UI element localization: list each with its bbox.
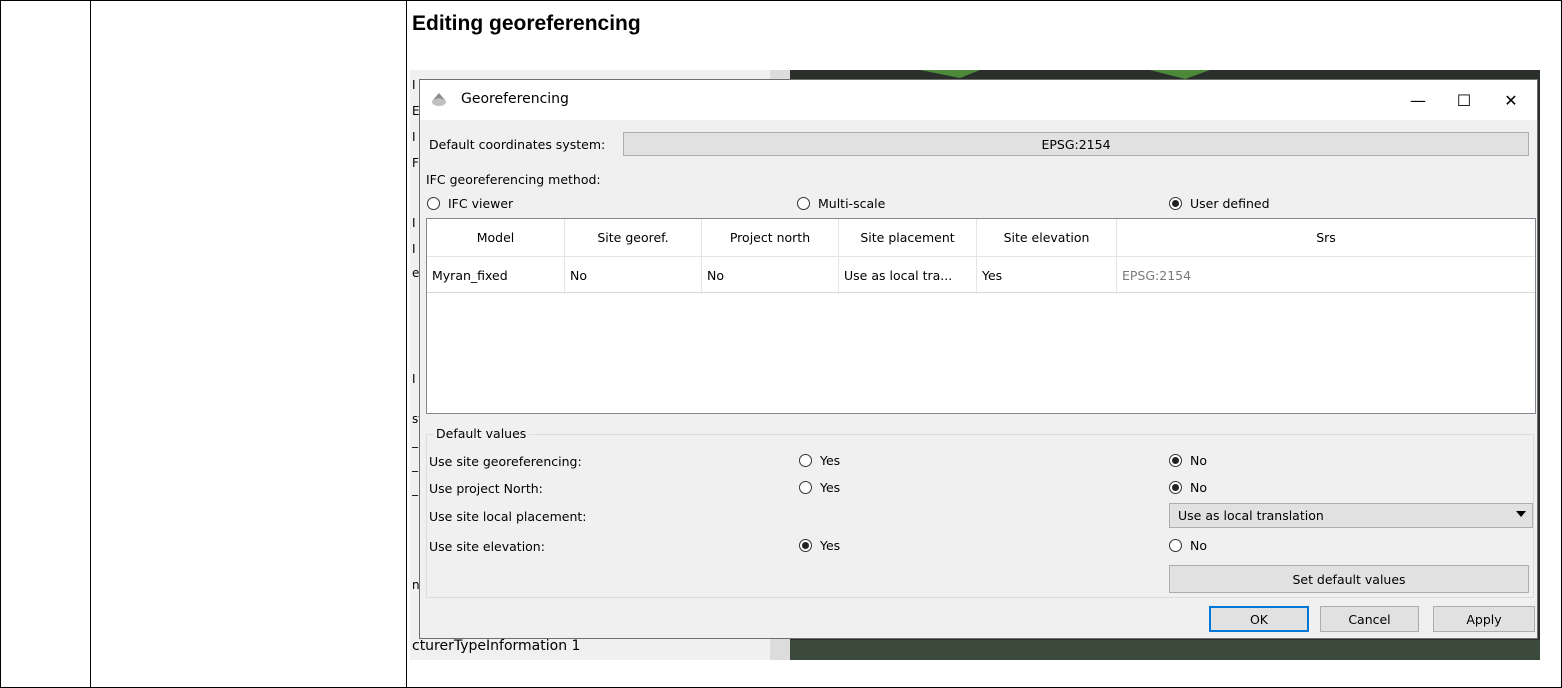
background-text-fragment: I [412,372,416,386]
radio-dot [1172,484,1179,491]
default-crs-button[interactable]: EPSG:2154 [623,132,1529,156]
radio-label: No [1190,480,1207,495]
table-cell-model[interactable]: Myran_fixed [427,257,565,294]
method-label: IFC georeferencing method: [426,172,601,187]
radio-label: Multi-scale [818,196,886,211]
radio-label: Yes [820,538,841,553]
radio-project-north-no[interactable]: No [1169,480,1207,495]
radio-circle [427,197,440,210]
apply-button[interactable]: Apply [1433,606,1535,632]
background-tree-item: cturerTypeInformation 1 [412,638,581,654]
radio-project-north-yes[interactable]: Yes [799,480,840,495]
radio-label: Yes [820,453,841,468]
table-row[interactable]: Myran_fixed No No Use as local tra... Ye… [427,256,1535,294]
table-cell-site-placement[interactable]: Use as local tra... [839,257,977,294]
table-cell-srs[interactable]: EPSG:2154 [1117,257,1535,294]
radio-circle-selected [1169,197,1182,210]
column-header-project-north[interactable]: Project north [702,219,839,256]
project-north-label: Use project North: [429,481,543,496]
cancel-button[interactable]: Cancel [1320,606,1419,632]
dialog-titlebar[interactable]: Georeferencing — ☐ ✕ [420,80,1537,120]
radio-site-georef-yes[interactable]: Yes [799,453,840,468]
background-text-fragment: _ [412,458,418,472]
georeferencing-dialog: Georeferencing — ☐ ✕ Default coordinates… [419,79,1538,639]
radio-circle-selected [1169,481,1182,494]
radio-label: IFC viewer [448,196,514,211]
column-header-site-georef[interactable]: Site georef. [565,219,702,256]
chevron-down-icon [1516,511,1526,517]
radio-dot [1172,457,1179,464]
local-placement-label: Use site local placement: [429,509,587,524]
background-text-fragment: _ [412,482,418,496]
table-cell-site-elevation[interactable]: Yes [977,257,1117,294]
radio-dot [802,542,809,549]
minimize-icon: — [1410,90,1426,110]
radio-circle [799,481,812,494]
radio-site-elevation-no[interactable]: No [1169,538,1207,553]
table-cell-1 [0,0,91,688]
local-placement-select[interactable]: Use as local translation [1169,503,1533,528]
close-icon: ✕ [1504,90,1518,110]
local-placement-value: Use as local translation [1178,508,1324,523]
background-text-fragment: I [412,242,416,256]
default-crs-value: EPSG:2154 [1041,136,1111,152]
radio-site-elevation-yes[interactable]: Yes [799,538,840,553]
radio-label: No [1190,538,1207,553]
maximize-icon: ☐ [1456,90,1472,110]
radio-multi-scale[interactable]: Multi-scale [797,196,885,211]
radio-circle [1169,539,1182,552]
radio-circle [797,197,810,210]
dialog-title: Georeferencing [461,91,569,107]
background-text-fragment: F [412,156,419,170]
page-heading: Editing georeferencing [412,12,641,35]
default-values-title: Default values [433,426,530,441]
radio-ifc-viewer[interactable]: IFC viewer [427,196,513,211]
radio-site-georef-no[interactable]: No [1169,453,1207,468]
globe-icon [432,93,446,106]
background-text-fragment: I [412,78,416,92]
table-cell-site-georef[interactable]: No [565,257,702,294]
default-crs-label: Default coordinates system: [429,137,606,152]
minimize-button[interactable]: — [1395,80,1441,120]
column-header-model[interactable]: Model [427,219,565,256]
table-cell-project-north[interactable]: No [702,257,839,294]
background-text-fragment: _ [412,434,418,448]
column-header-site-elevation[interactable]: Site elevation [977,219,1117,256]
close-button[interactable]: ✕ [1488,80,1534,120]
radio-circle-selected [1169,454,1182,467]
column-header-site-placement[interactable]: Site placement [839,219,977,256]
radio-label: No [1190,453,1207,468]
background-text-fragment: I [412,130,416,144]
radio-label: Yes [820,480,841,495]
model-table: Model Site georef. Project north Site pl… [426,218,1536,414]
radio-circle-selected [799,539,812,552]
ok-button[interactable]: OK [1209,606,1309,632]
set-default-values-button[interactable]: Set default values [1169,565,1529,593]
background-text-fragment: I [412,216,416,230]
radio-user-defined[interactable]: User defined [1169,196,1270,211]
maximize-button[interactable]: ☐ [1441,80,1487,120]
site-elevation-label: Use site elevation: [429,539,545,554]
column-header-srs[interactable]: Srs [1117,219,1535,256]
radio-label: User defined [1190,196,1270,211]
table-cell-2 [90,0,407,688]
radio-circle [799,454,812,467]
radio-dot [1172,200,1179,207]
site-georef-label: Use site georeferencing: [429,454,582,469]
